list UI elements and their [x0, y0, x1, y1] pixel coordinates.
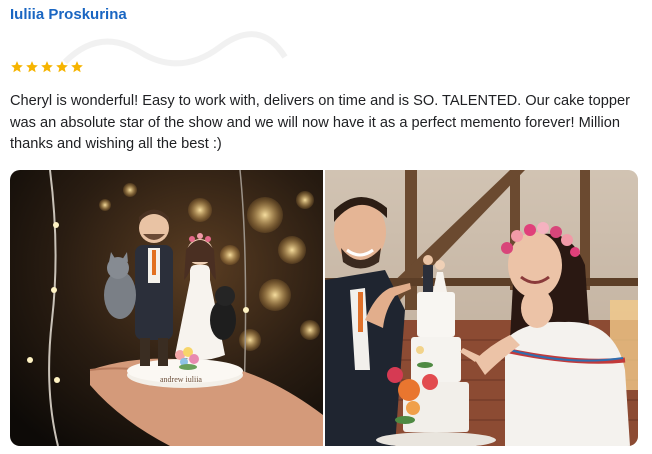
- review-card: Iuliia Proskurina Cheryl is wonderful! E…: [0, 0, 652, 454]
- background-watermark: [62, 31, 288, 67]
- star-icon: [26, 61, 38, 73]
- star-icon: [56, 61, 68, 73]
- star-icon: [11, 61, 23, 73]
- couple-with-wedding-cake-photo[interactable]: [325, 170, 638, 446]
- star-icon: [71, 61, 83, 73]
- reviewer-name[interactable]: Iuliia Proskurina: [10, 6, 127, 23]
- star-icon: [41, 61, 53, 73]
- topper-base-text: andrew iuliia: [160, 375, 202, 384]
- cake-topper-in-hand-photo[interactable]: andrew iuliia: [10, 170, 323, 446]
- star-rating: [10, 60, 84, 74]
- review-text: Cheryl is wonderful! Easy to work with, …: [10, 93, 630, 152]
